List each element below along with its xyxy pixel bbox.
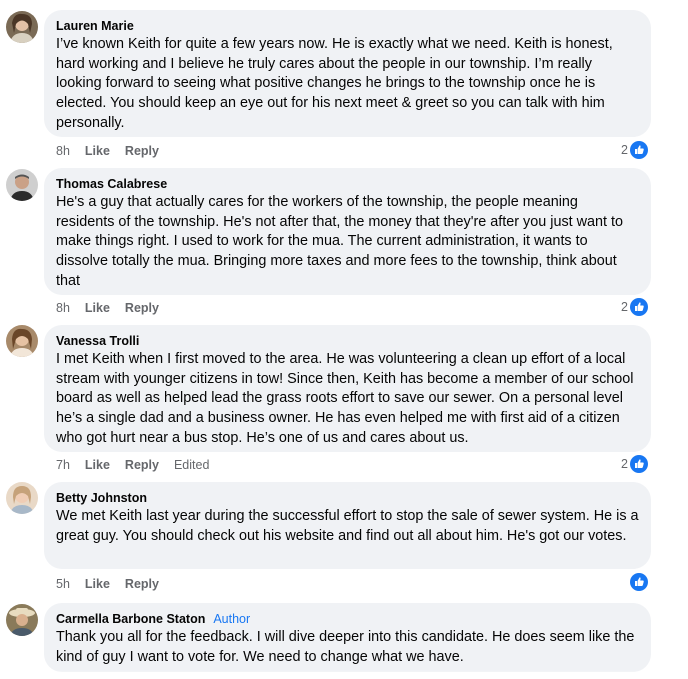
comment-author[interactable]: Vanessa Trolli xyxy=(56,333,139,349)
comment-bubble: Betty Johnston We met Keith last year du… xyxy=(44,482,651,569)
comment-author[interactable]: Thomas Calabrese xyxy=(56,176,167,192)
reply-button[interactable]: Reply xyxy=(125,458,159,472)
comment-text: Thank you all for the feedback. I will d… xyxy=(56,629,635,665)
comment-bubble: Vanessa Trolli I met Keith when I first … xyxy=(44,325,651,452)
comment-author[interactable]: Carmella Barbone Staton xyxy=(56,611,205,627)
reaction-count: 2 xyxy=(621,300,628,314)
comment-timestamp[interactable]: 7h xyxy=(56,458,70,472)
reaction-summary[interactable]: 2 xyxy=(621,455,648,473)
like-button[interactable]: Like xyxy=(85,577,110,591)
reply-button[interactable]: Reply xyxy=(125,577,159,591)
comment-text: I met Keith when I first moved to the ar… xyxy=(56,351,634,446)
avatar[interactable] xyxy=(6,482,38,514)
reply-button[interactable]: Reply xyxy=(125,301,159,315)
comment-author[interactable]: Lauren Marie xyxy=(56,18,134,34)
like-button[interactable]: Like xyxy=(85,458,110,472)
thumbs-up-icon xyxy=(630,141,648,159)
comment-bubble: Carmella Barbone Staton Author Thank you… xyxy=(44,603,651,672)
comment-actions: 5h Like Reply xyxy=(56,577,159,591)
reply-button[interactable]: Reply xyxy=(125,144,159,158)
comment-actions: 8h Like Reply xyxy=(56,301,159,315)
avatar[interactable] xyxy=(6,11,38,43)
reaction-summary[interactable]: 2 xyxy=(621,298,648,316)
avatar[interactable] xyxy=(6,325,38,357)
thumbs-up-icon xyxy=(630,573,648,591)
avatar[interactable] xyxy=(6,604,38,636)
comment-timestamp[interactable]: 8h xyxy=(56,144,70,158)
edited-label[interactable]: Edited xyxy=(174,458,209,472)
comment-bubble: Thomas Calabrese He's a guy that actuall… xyxy=(44,168,651,295)
reaction-summary[interactable] xyxy=(630,573,648,591)
comment-timestamp[interactable]: 5h xyxy=(56,577,70,591)
thumbs-up-icon xyxy=(630,298,648,316)
like-button[interactable]: Like xyxy=(85,301,110,315)
avatar[interactable] xyxy=(6,169,38,201)
scroll-fade xyxy=(0,670,688,679)
author-badge: Author xyxy=(213,612,251,626)
thumbs-up-icon xyxy=(630,455,648,473)
reaction-summary[interactable]: 2 xyxy=(621,141,648,159)
comment-text: We met Keith last year during the succes… xyxy=(56,508,639,544)
comment-actions: 7h Like Reply Edited xyxy=(56,458,209,472)
comment-actions: 8h Like Reply xyxy=(56,144,159,158)
like-button[interactable]: Like xyxy=(85,144,110,158)
comment-bubble: Lauren Marie I’ve known Keith for quite … xyxy=(44,10,651,137)
comment-text: He's a guy that actually cares for the w… xyxy=(56,194,624,289)
reaction-count: 2 xyxy=(621,457,628,471)
comment-timestamp[interactable]: 8h xyxy=(56,301,70,315)
comment-text: I’ve known Keith for quite a few years n… xyxy=(56,36,613,131)
reaction-count: 2 xyxy=(621,143,628,157)
comment-author[interactable]: Betty Johnston xyxy=(56,490,147,506)
